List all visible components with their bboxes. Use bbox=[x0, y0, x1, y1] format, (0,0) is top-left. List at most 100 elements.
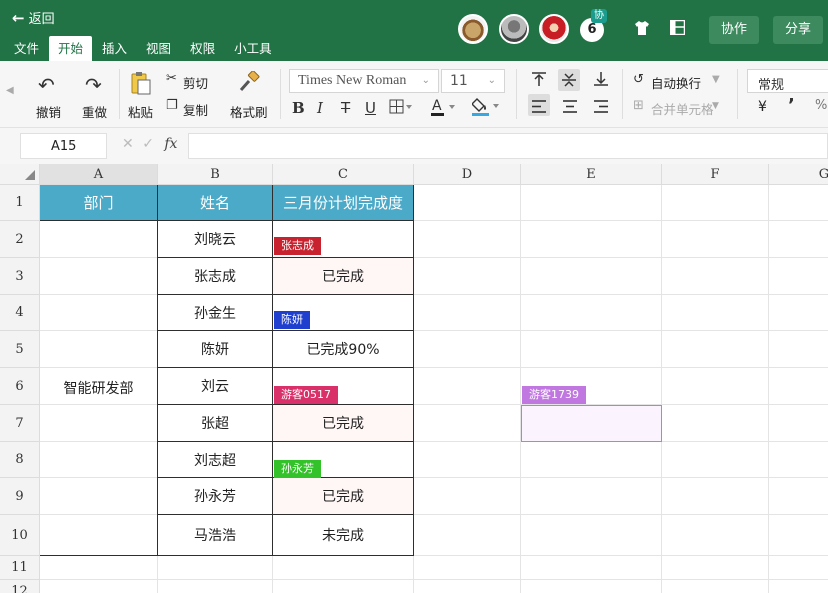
row-header-3[interactable]: 3 bbox=[0, 258, 40, 295]
name-cell[interactable]: 张超 bbox=[158, 405, 273, 442]
copy-label[interactable]: 复制 bbox=[183, 100, 208, 119]
menu-permission[interactable]: 权限 bbox=[190, 36, 215, 61]
progress-cell[interactable]: 已完成 bbox=[273, 478, 414, 515]
row-header-11[interactable]: 11 bbox=[0, 556, 40, 580]
menu-file[interactable]: 文件 bbox=[14, 36, 39, 61]
underline-icon[interactable]: U bbox=[365, 99, 376, 117]
font-size-select[interactable]: 11 ⌄ bbox=[441, 69, 505, 93]
progress-cell[interactable]: 已完成 bbox=[273, 258, 414, 295]
column-header-b[interactable]: B bbox=[158, 164, 273, 185]
chevron-down-icon[interactable]: ▼ bbox=[712, 101, 719, 111]
name-cell[interactable]: 孙永芳 bbox=[158, 478, 273, 515]
row-header-5[interactable]: 5 bbox=[0, 331, 40, 368]
column-header-a[interactable]: A bbox=[40, 164, 158, 185]
collab-button[interactable]: 协作 bbox=[709, 16, 760, 44]
align-middle-icon bbox=[561, 72, 577, 92]
column-header-d[interactable]: D bbox=[414, 164, 521, 185]
border-icon[interactable] bbox=[389, 99, 413, 119]
wrap-text-icon[interactable]: ↺ bbox=[633, 72, 644, 87]
redo-label[interactable]: 重做 bbox=[82, 102, 107, 121]
row-header-7[interactable]: 7 bbox=[0, 405, 40, 442]
select-all-icon bbox=[25, 170, 35, 180]
table-header-cell[interactable]: 三月份计划完成度 bbox=[273, 185, 414, 221]
scissors-icon[interactable]: ✂ bbox=[166, 71, 177, 86]
column-header-c[interactable]: C bbox=[273, 164, 414, 185]
paste-icon[interactable] bbox=[131, 71, 151, 99]
row-header-8[interactable]: 8 bbox=[0, 442, 40, 478]
align-right-icon[interactable] bbox=[594, 98, 608, 117]
row-header-6[interactable]: 6 bbox=[0, 368, 40, 405]
fill-color-icon[interactable] bbox=[471, 96, 502, 121]
name-cell[interactable]: 马浩浩 bbox=[158, 515, 273, 556]
number-format-select[interactable]: 常规 bbox=[747, 69, 828, 93]
menu-tools[interactable]: 小工具 bbox=[234, 36, 272, 61]
name-cell[interactable]: 孙金生 bbox=[158, 295, 273, 331]
redo-icon[interactable]: ↷ bbox=[85, 73, 102, 97]
select-all-corner[interactable] bbox=[0, 164, 40, 185]
ribbon-toolbar: ◀ ↶ 撤销 ↷ 重做 粘贴 ✂ 剪切 ❐ 复制 格式刷 Times New R… bbox=[0, 61, 828, 128]
align-center-icon[interactable] bbox=[563, 98, 577, 117]
format-painter-label[interactable]: 格式刷 bbox=[230, 102, 268, 121]
row-header-9[interactable]: 9 bbox=[0, 478, 40, 515]
name-cell[interactable]: 刘志超 bbox=[158, 442, 273, 478]
name-cell[interactable]: 张志成 bbox=[158, 258, 273, 295]
format-painter-icon[interactable] bbox=[238, 70, 260, 97]
align-top-icon[interactable] bbox=[531, 71, 547, 91]
fx-icon[interactable]: fx bbox=[164, 136, 177, 152]
percent-icon[interactable]: % bbox=[815, 98, 827, 113]
row-header-10[interactable]: 10 bbox=[0, 515, 40, 556]
paste-label[interactable]: 粘贴 bbox=[128, 102, 153, 121]
undo-label[interactable]: 撤销 bbox=[36, 102, 61, 121]
share-button[interactable]: 分享 bbox=[773, 16, 824, 44]
bold-icon[interactable]: B bbox=[292, 99, 305, 117]
table-header-cell[interactable]: 部门 bbox=[40, 185, 158, 221]
name-box[interactable]: A15 bbox=[20, 133, 107, 159]
row-header-1[interactable]: 1 bbox=[0, 185, 40, 221]
italic-icon[interactable]: I bbox=[317, 99, 323, 117]
department-cell[interactable]: 智能研发部 bbox=[40, 221, 158, 556]
progress-cell[interactable]: 已完成 bbox=[273, 405, 414, 442]
cut-label[interactable]: 剪切 bbox=[183, 73, 208, 92]
progress-cell[interactable]: 未完成 bbox=[273, 515, 414, 556]
confirm-icon[interactable]: ✓ bbox=[142, 136, 154, 152]
collaborator-cursor-label: 张志成 bbox=[274, 237, 321, 255]
align-bottom-icon[interactable] bbox=[593, 71, 609, 91]
font-color-icon[interactable]: A bbox=[431, 97, 459, 121]
column-header-g[interactable]: G bbox=[769, 164, 828, 185]
merge-cells-icon[interactable]: ⊞ bbox=[633, 98, 644, 113]
column-header-e[interactable]: E bbox=[521, 164, 662, 185]
table-header-cell[interactable]: 姓名 bbox=[158, 185, 273, 221]
collapse-left-icon[interactable]: ◀ bbox=[6, 85, 14, 96]
formula-input[interactable] bbox=[188, 133, 828, 159]
font-size-value: 11 bbox=[450, 73, 468, 89]
merge-cells-label[interactable]: 合并单元格 bbox=[651, 99, 714, 118]
layout-icon[interactable] bbox=[669, 19, 686, 39]
name-cell[interactable]: 陈妍 bbox=[158, 331, 273, 368]
name-cell[interactable]: 刘云 bbox=[158, 368, 273, 405]
tshirt-icon[interactable] bbox=[634, 20, 650, 39]
currency-icon[interactable]: ¥ bbox=[758, 99, 767, 115]
chevron-down-icon[interactable]: ▼ bbox=[712, 74, 720, 85]
row-header-4[interactable]: 4 bbox=[0, 295, 40, 331]
wrap-text-label[interactable]: 自动换行 bbox=[651, 73, 701, 92]
menu-insert[interactable]: 插入 bbox=[102, 36, 127, 61]
back-button[interactable]: ← 返回 bbox=[12, 8, 55, 28]
menu-home[interactable]: 开始 bbox=[49, 36, 93, 61]
strikethrough-icon[interactable]: T bbox=[341, 99, 350, 117]
avatar[interactable] bbox=[458, 14, 488, 44]
cancel-icon[interactable]: ✕ bbox=[122, 136, 134, 152]
avatar[interactable] bbox=[539, 14, 569, 44]
chevron-down-icon: ⌄ bbox=[487, 75, 496, 86]
column-header-f[interactable]: F bbox=[662, 164, 769, 185]
menu-view[interactable]: 视图 bbox=[146, 36, 171, 61]
name-cell[interactable]: 刘晓云 bbox=[158, 221, 273, 258]
undo-icon[interactable]: ↶ bbox=[38, 73, 55, 97]
font-name-select[interactable]: Times New Roman ⌄ bbox=[289, 69, 439, 93]
align-left-icon bbox=[532, 98, 546, 117]
row-header-12[interactable]: 12 bbox=[0, 580, 40, 593]
progress-cell[interactable]: 已完成90% bbox=[273, 331, 414, 368]
avatar[interactable] bbox=[499, 14, 529, 44]
comma-style-icon[interactable]: ’ bbox=[788, 95, 795, 116]
copy-icon[interactable]: ❐ bbox=[166, 98, 178, 113]
row-header-2[interactable]: 2 bbox=[0, 221, 40, 258]
